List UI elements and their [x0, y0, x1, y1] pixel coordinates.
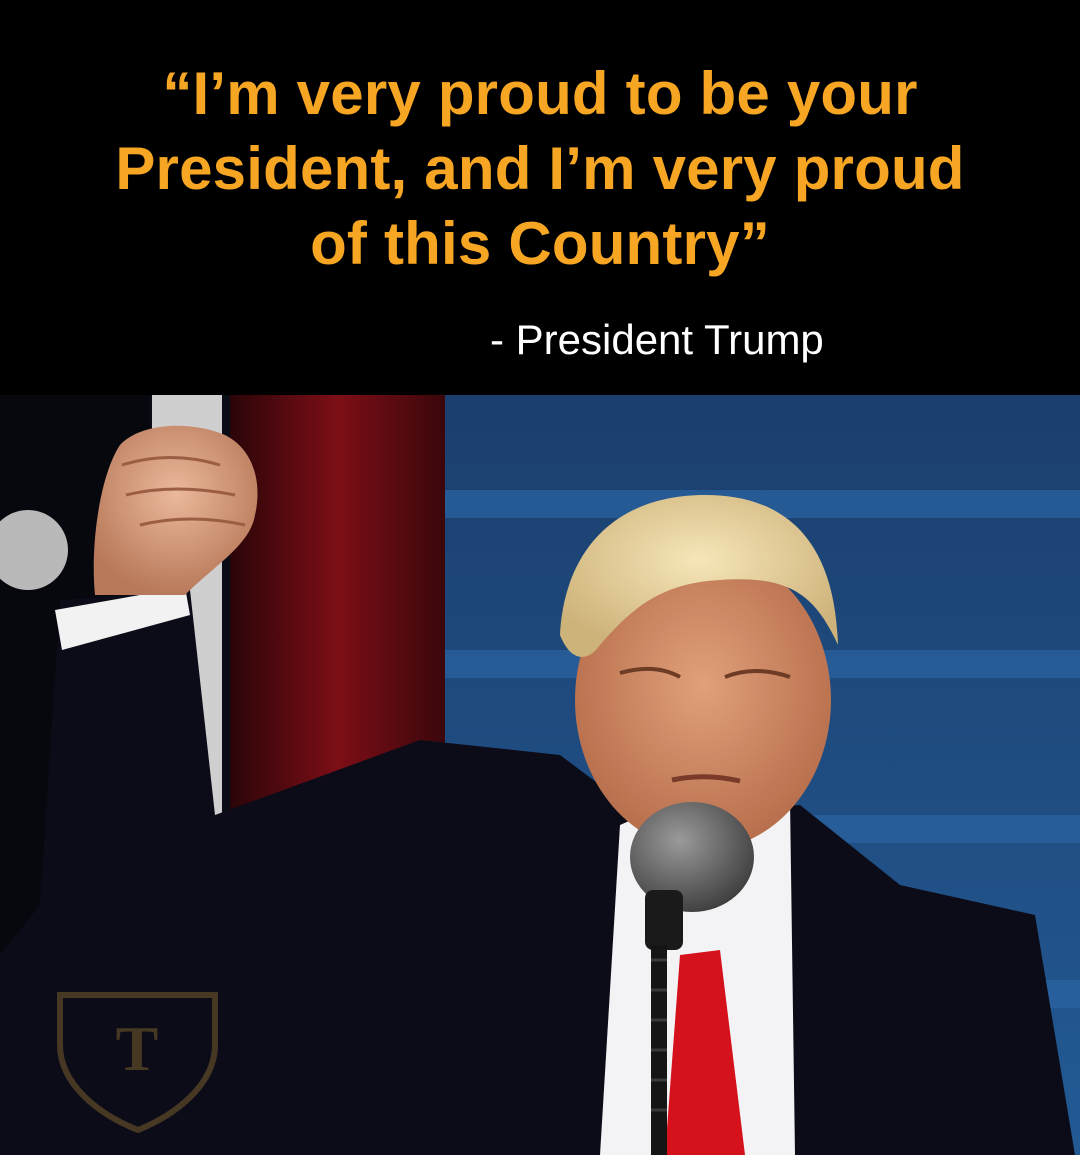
quote-line-3: of this Country”: [310, 210, 770, 277]
quote-text: “I’m very proud to be your President, an…: [40, 56, 1040, 281]
quote-attribution: - President Trump: [490, 316, 824, 363]
quote-panel: “I’m very proud to be your President, an…: [0, 0, 1080, 395]
speech-photo-illustration: T: [0, 395, 1080, 1155]
speech-photo: T: [0, 395, 1080, 1155]
watermark-letter: T: [116, 1013, 159, 1084]
quote-line-2: President, and I’m very proud: [115, 135, 965, 202]
quote-line-1: “I’m very proud to be your: [162, 60, 918, 127]
